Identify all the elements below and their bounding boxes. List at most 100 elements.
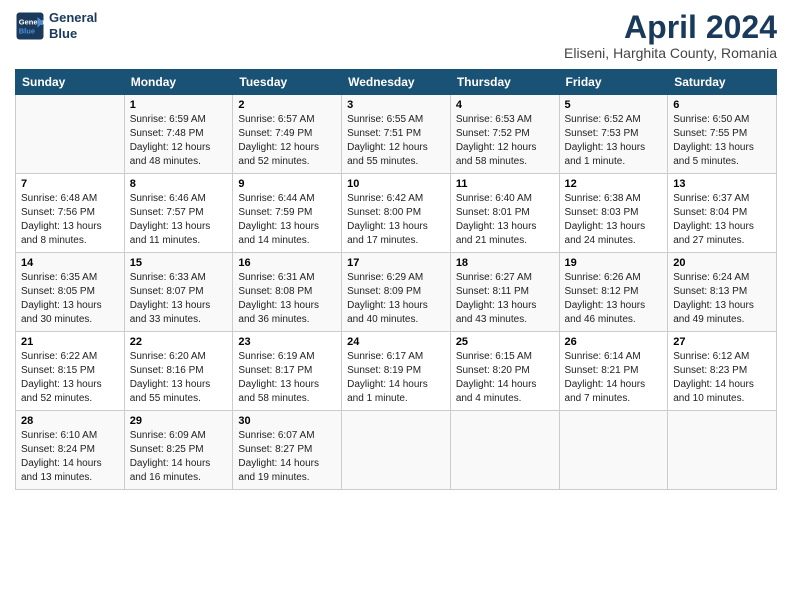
day-number: 4 — [456, 99, 554, 111]
day-info: Sunrise: 6:55 AMSunset: 7:51 PMDaylight:… — [347, 113, 445, 169]
day-info: Sunrise: 6:59 AMSunset: 7:48 PMDaylight:… — [130, 113, 228, 169]
logo: General Blue General Blue — [15, 10, 97, 41]
week-row-4: 21 Sunrise: 6:22 AMSunset: 8:15 PMDayligh… — [16, 332, 777, 411]
day-info: Sunrise: 6:12 AMSunset: 8:23 PMDaylight:… — [673, 350, 771, 406]
main-title: April 2024 — [564, 10, 777, 45]
day-info: Sunrise: 6:31 AMSunset: 8:08 PMDaylight:… — [238, 271, 336, 327]
day-number: 11 — [456, 178, 554, 190]
day-number: 24 — [347, 336, 445, 348]
day-number: 8 — [130, 178, 228, 190]
subtitle: Eliseni, Harghita County, Romania — [564, 45, 777, 61]
day-number: 7 — [21, 178, 119, 190]
day-number: 9 — [238, 178, 336, 190]
week-row-1: 1 Sunrise: 6:59 AMSunset: 7:48 PMDaylight… — [16, 95, 777, 174]
day-number: 20 — [673, 257, 771, 269]
calendar-cell: 30 Sunrise: 6:07 AMSunset: 8:27 PMDayligh… — [233, 411, 342, 490]
week-row-2: 7 Sunrise: 6:48 AMSunset: 7:56 PMDaylight… — [16, 174, 777, 253]
day-info: Sunrise: 6:35 AMSunset: 8:05 PMDaylight:… — [21, 271, 119, 327]
calendar-cell: 7 Sunrise: 6:48 AMSunset: 7:56 PMDaylight… — [16, 174, 125, 253]
calendar-cell: 10Sunrise: 6:42 AMSunset: 8:00 PMDayligh… — [342, 174, 451, 253]
day-info: Sunrise: 6:07 AMSunset: 8:27 PMDaylight:… — [238, 429, 336, 485]
day-number: 15 — [130, 257, 228, 269]
calendar-cell: 26 Sunrise: 6:14 AMSunset: 8:21 PMDayligh… — [559, 332, 668, 411]
day-info: Sunrise: 6:17 AMSunset: 8:19 PMDaylight:… — [347, 350, 445, 406]
day-header-wednesday: Wednesday — [342, 70, 451, 95]
day-info: Sunrise: 6:14 AMSunset: 8:21 PMDaylight:… — [565, 350, 663, 406]
day-info: Sunrise: 6:52 AMSunset: 7:53 PMDaylight:… — [565, 113, 663, 169]
day-number: 26 — [565, 336, 663, 348]
calendar-cell: 25 Sunrise: 6:15 AMSunset: 8:20 PMDayligh… — [450, 332, 559, 411]
day-number: 30 — [238, 415, 336, 427]
day-info: Sunrise: 6:40 AMSunset: 8:01 PMDaylight:… — [456, 192, 554, 248]
day-number: 3 — [347, 99, 445, 111]
week-row-3: 14 Sunrise: 6:35 AMSunset: 8:05 PMDayligh… — [16, 253, 777, 332]
day-number: 21 — [21, 336, 119, 348]
day-number: 12 — [565, 178, 663, 190]
calendar-cell: 28Sunrise: 6:10 AMSunset: 8:24 PMDayligh… — [16, 411, 125, 490]
day-header-sunday: Sunday — [16, 70, 125, 95]
calendar-cell: 5 Sunrise: 6:52 AMSunset: 7:53 PMDaylight… — [559, 95, 668, 174]
calendar-cell: 3 Sunrise: 6:55 AMSunset: 7:51 PMDaylight… — [342, 95, 451, 174]
day-info: Sunrise: 6:38 AMSunset: 8:03 PMDaylight:… — [565, 192, 663, 248]
day-info: Sunrise: 6:22 AMSunset: 8:15 PMDaylight:… — [21, 350, 119, 406]
day-header-monday: Monday — [124, 70, 233, 95]
calendar-cell — [342, 411, 451, 490]
week-row-5: 28Sunrise: 6:10 AMSunset: 8:24 PMDayligh… — [16, 411, 777, 490]
calendar-cell: 18Sunrise: 6:27 AMSunset: 8:11 PMDayligh… — [450, 253, 559, 332]
logo-text-line2: Blue — [49, 26, 97, 42]
day-number: 13 — [673, 178, 771, 190]
day-info: Sunrise: 6:50 AMSunset: 7:55 PMDaylight:… — [673, 113, 771, 169]
day-number: 5 — [565, 99, 663, 111]
day-header-friday: Friday — [559, 70, 668, 95]
day-number: 1 — [130, 99, 228, 111]
calendar-cell: 15 Sunrise: 6:33 AMSunset: 8:07 PMDayligh… — [124, 253, 233, 332]
day-number: 22 — [130, 336, 228, 348]
logo-text-line1: General — [49, 10, 97, 26]
calendar-cell: 29Sunrise: 6:09 AMSunset: 8:25 PMDayligh… — [124, 411, 233, 490]
svg-text:Blue: Blue — [19, 26, 35, 35]
calendar-cell: 1 Sunrise: 6:59 AMSunset: 7:48 PMDaylight… — [124, 95, 233, 174]
day-number: 27 — [673, 336, 771, 348]
calendar-cell: 27 Sunrise: 6:12 AMSunset: 8:23 PMDayligh… — [668, 332, 777, 411]
logo-icon: General Blue — [15, 11, 45, 41]
calendar-cell — [559, 411, 668, 490]
day-number: 25 — [456, 336, 554, 348]
day-header-tuesday: Tuesday — [233, 70, 342, 95]
day-number: 16 — [238, 257, 336, 269]
day-number: 14 — [21, 257, 119, 269]
calendar-cell: 14 Sunrise: 6:35 AMSunset: 8:05 PMDayligh… — [16, 253, 125, 332]
day-number: 28 — [21, 415, 119, 427]
calendar-cell — [16, 95, 125, 174]
day-number: 23 — [238, 336, 336, 348]
day-info: Sunrise: 6:26 AMSunset: 8:12 PMDaylight:… — [565, 271, 663, 327]
calendar-cell: 16 Sunrise: 6:31 AMSunset: 8:08 PMDayligh… — [233, 253, 342, 332]
day-info: Sunrise: 6:24 AMSunset: 8:13 PMDaylight:… — [673, 271, 771, 327]
calendar-cell: 4 Sunrise: 6:53 AMSunset: 7:52 PMDaylight… — [450, 95, 559, 174]
day-info: Sunrise: 6:33 AMSunset: 8:07 PMDaylight:… — [130, 271, 228, 327]
calendar-cell: 12 Sunrise: 6:38 AMSunset: 8:03 PMDayligh… — [559, 174, 668, 253]
calendar-cell: 17Sunrise: 6:29 AMSunset: 8:09 PMDayligh… — [342, 253, 451, 332]
day-info: Sunrise: 6:44 AMSunset: 7:59 PMDaylight:… — [238, 192, 336, 248]
day-number: 10 — [347, 178, 445, 190]
calendar-cell: 20 Sunrise: 6:24 AMSunset: 8:13 PMDayligh… — [668, 253, 777, 332]
calendar-table: SundayMondayTuesdayWednesdayThursdayFrid… — [15, 69, 777, 490]
calendar-cell — [450, 411, 559, 490]
calendar-cell: 13Sunrise: 6:37 AMSunset: 8:04 PMDayligh… — [668, 174, 777, 253]
day-info: Sunrise: 6:09 AMSunset: 8:25 PMDaylight:… — [130, 429, 228, 485]
calendar-cell: 9 Sunrise: 6:44 AMSunset: 7:59 PMDaylight… — [233, 174, 342, 253]
calendar-cell: 2Sunrise: 6:57 AMSunset: 7:49 PMDaylight… — [233, 95, 342, 174]
day-info: Sunrise: 6:57 AMSunset: 7:49 PMDaylight:… — [238, 113, 336, 169]
day-info: Sunrise: 6:53 AMSunset: 7:52 PMDaylight:… — [456, 113, 554, 169]
day-number: 19 — [565, 257, 663, 269]
calendar-cell: 6 Sunrise: 6:50 AMSunset: 7:55 PMDaylight… — [668, 95, 777, 174]
day-number: 17 — [347, 257, 445, 269]
calendar-cell: 11 Sunrise: 6:40 AMSunset: 8:01 PMDayligh… — [450, 174, 559, 253]
day-info: Sunrise: 6:46 AMSunset: 7:57 PMDaylight:… — [130, 192, 228, 248]
day-info: Sunrise: 6:15 AMSunset: 8:20 PMDaylight:… — [456, 350, 554, 406]
day-info: Sunrise: 6:48 AMSunset: 7:56 PMDaylight:… — [21, 192, 119, 248]
day-number: 6 — [673, 99, 771, 111]
calendar-cell — [668, 411, 777, 490]
day-number: 18 — [456, 257, 554, 269]
calendar-header-row: SundayMondayTuesdayWednesdayThursdayFrid… — [16, 70, 777, 95]
day-info: Sunrise: 6:19 AMSunset: 8:17 PMDaylight:… — [238, 350, 336, 406]
